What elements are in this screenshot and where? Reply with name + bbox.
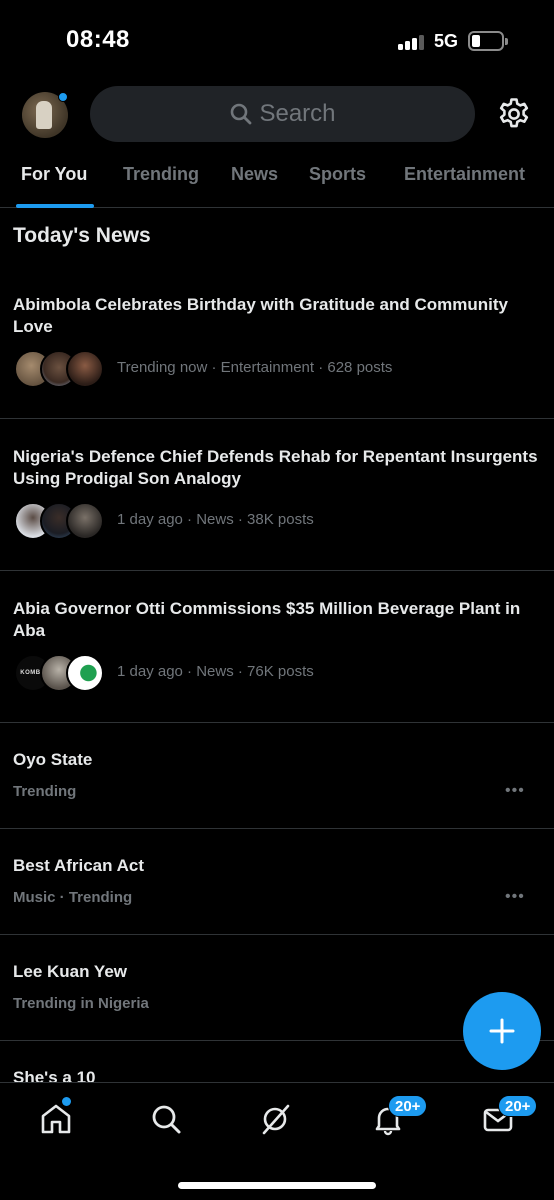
search-placeholder: Search <box>259 100 336 127</box>
tab-for-you[interactable]: For You <box>21 164 87 185</box>
trend-subtitle: Music · Trending <box>13 889 133 906</box>
news-avatar-group: KOMBO <box>14 654 106 694</box>
news-item[interactable]: Abia Governor Otti Commissions $35 Milli… <box>0 571 554 723</box>
trend-title: Best African Act <box>13 856 144 875</box>
tab-news[interactable]: News <box>231 164 278 185</box>
nav-home[interactable] <box>38 1097 78 1141</box>
news-avatar-group <box>14 350 106 390</box>
explore-search-icon <box>152 1105 181 1134</box>
news-meta: Trending now · Entertainment · 628 posts <box>117 359 393 376</box>
trend-title: Lee Kuan Yew <box>13 962 128 981</box>
status-bar: 08:48 5G <box>0 0 554 80</box>
news-avatar <box>66 350 104 388</box>
grok-icon <box>262 1104 290 1135</box>
more-icon[interactable]: ••• <box>505 782 525 800</box>
trend-subtitle: Trending <box>13 783 77 800</box>
news-meta: 1 day ago · News · 76K posts <box>117 663 314 680</box>
search-bar[interactable]: Search <box>90 86 475 142</box>
trend-item[interactable]: Best African Act Music · Trending ••• <box>0 829 554 935</box>
more-icon[interactable]: ••• <box>505 888 525 906</box>
network-label: 5G <box>434 31 459 51</box>
news-avatar <box>66 502 104 540</box>
nav-notifications[interactable]: 20+ <box>370 1095 428 1141</box>
gear-icon[interactable] <box>496 96 532 132</box>
news-item[interactable]: Abimbola Celebrates Birthday with Gratit… <box>0 280 554 419</box>
active-tab-indicator <box>16 204 94 208</box>
news-headline: Abimbola Celebrates Birthday with Gratit… <box>13 295 508 336</box>
news-headline: Abia Governor Otti Commissions $35 Milli… <box>13 599 521 640</box>
plus-icon <box>489 1018 515 1044</box>
status-time: 08:48 <box>66 26 130 53</box>
news-avatar <box>66 654 104 692</box>
home-indicator <box>178 1182 376 1189</box>
tab-trending[interactable]: Trending <box>123 164 199 185</box>
nav-messages[interactable]: 20+ <box>480 1095 538 1141</box>
tab-bar: For You Trending News Sports Entertainme… <box>0 154 554 208</box>
news-meta: 1 day ago · News · 38K posts <box>117 511 314 528</box>
news-item[interactable]: Nigeria's Defence Chief Defends Rehab fo… <box>0 419 554 571</box>
battery-icon <box>468 31 508 51</box>
tab-entertainment[interactable]: Entertainment <box>404 164 525 185</box>
messages-badge: 20+ <box>498 1095 538 1117</box>
signal-icon <box>398 34 426 50</box>
nav-grok[interactable] <box>258 1101 298 1141</box>
compose-button[interactable] <box>463 992 541 1070</box>
trend-title: Oyo State <box>13 750 93 769</box>
trend-subtitle: Trending in Nigeria <box>13 995 149 1012</box>
search-icon <box>231 103 252 125</box>
news-headline: Nigeria's Defence Chief Defends Rehab fo… <box>13 447 538 488</box>
home-unread-dot <box>62 1097 71 1106</box>
notifications-badge: 20+ <box>388 1095 428 1117</box>
tab-sports[interactable]: Sports <box>309 164 366 185</box>
section-title: Today's News <box>13 224 151 247</box>
nav-explore[interactable] <box>148 1101 188 1141</box>
news-avatar-group <box>14 502 106 542</box>
home-icon <box>41 1104 71 1134</box>
trend-item[interactable]: Oyo State Trending ••• <box>0 723 554 829</box>
notification-dot <box>58 92 68 102</box>
